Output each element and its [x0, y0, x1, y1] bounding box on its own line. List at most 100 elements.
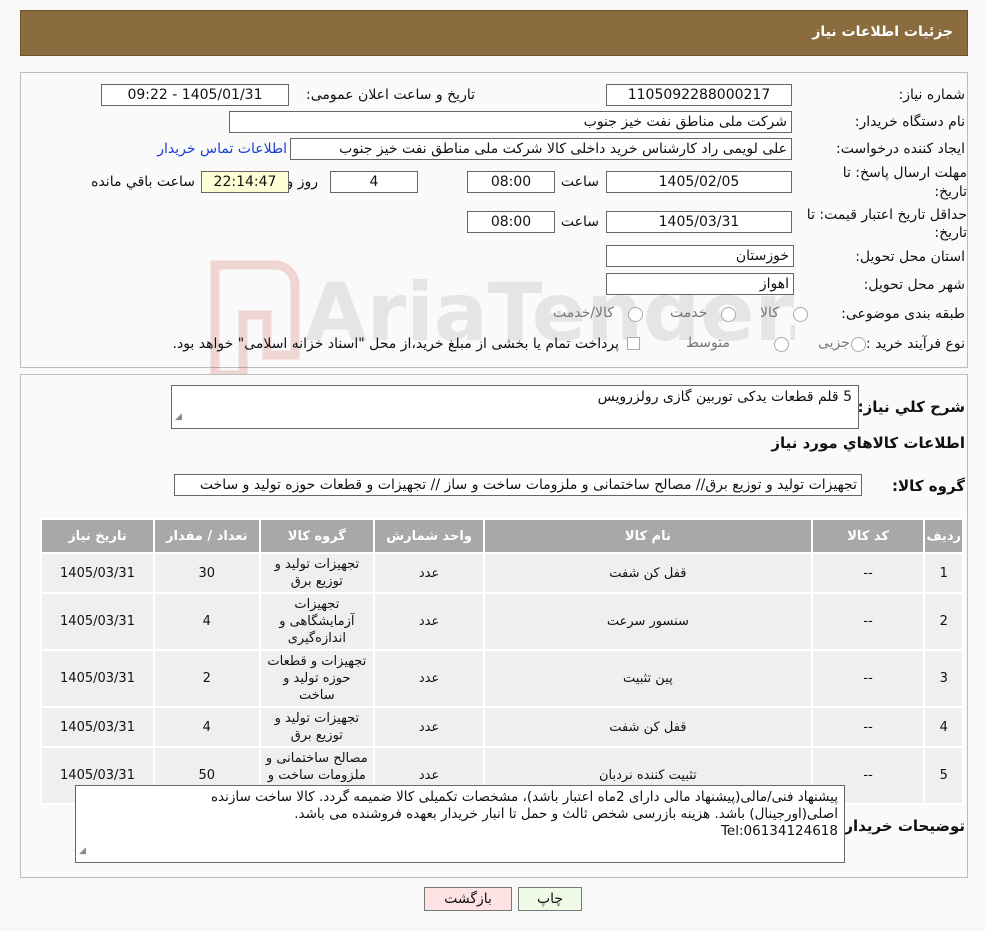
days-field: 4	[330, 171, 418, 193]
cell-row: 4	[923, 706, 964, 748]
validity-label-2: تاریخ:	[934, 225, 967, 241]
city-field: اهواز	[606, 273, 794, 295]
col-name: نام کالا	[483, 518, 813, 554]
cell-code: --	[810, 592, 926, 651]
validity-time-label: ساعت	[560, 214, 599, 230]
treasury-checkbox[interactable]	[627, 337, 640, 350]
col-date: تاریخ نیاز	[40, 518, 155, 554]
cell-group: تجهیزات تولید و توزیع برق	[258, 706, 376, 748]
category-option-goods: کالا	[760, 305, 779, 321]
category-label: طبقه بندی موضوعی:	[841, 306, 965, 322]
reply-deadline-label-2: تاریخ:	[934, 184, 967, 200]
category-radio-goods-service[interactable]	[628, 307, 643, 322]
process-option-partial: جزیی	[818, 335, 850, 351]
summary-desc-field: 5 قلم قطعات یدکی توربین گازی رولزرویس ◢	[171, 385, 859, 429]
buyer-org-label: نام دستگاه خریدار:	[854, 114, 965, 130]
cell-quantity: 4	[153, 592, 261, 651]
reply-time-field: 08:00	[467, 171, 555, 193]
category-option-goods-service: کالا/خدمت	[553, 305, 614, 321]
cell-unit: عدد	[373, 552, 486, 594]
province-field: خوزستان	[606, 245, 794, 267]
page-title: جزئیات اطلاعات نیاز	[812, 24, 953, 40]
reply-deadline-label: مهلت ارسال پاسخ: تا	[842, 165, 967, 181]
cell-date: 1405/03/31	[40, 649, 155, 708]
resize-handle-icon[interactable]: ◢	[79, 843, 86, 860]
validity-time-field: 08:00	[467, 211, 555, 233]
watermark-mark-icon	[210, 260, 300, 375]
table-row: 4 -- قفل کن شفت عدد تجهیزات تولید و توزی…	[40, 706, 964, 748]
cell-unit: عدد	[373, 649, 486, 708]
reply-time-label: ساعت	[560, 174, 599, 190]
province-label: استان محل تحویل:	[855, 249, 965, 265]
cell-date: 1405/03/31	[40, 706, 155, 748]
process-label: نوع فرآیند خرید :	[866, 336, 965, 352]
announce-field: 1405/01/31 - 09:22	[101, 84, 289, 106]
days-label: روز و	[286, 174, 319, 190]
cell-row: 5	[923, 746, 964, 805]
col-code: کد کالا	[810, 518, 926, 554]
buyer-org-field: شرکت ملی مناطق نفت خیز جنوب	[229, 111, 792, 133]
cell-row: 3	[923, 649, 964, 708]
announce-label: تاریخ و ساعت اعلان عمومی:	[306, 87, 475, 103]
goods-group-field: تجهیزات تولید و توزیع برق// مصالح ساختما…	[174, 474, 862, 496]
cell-code: --	[810, 706, 926, 748]
cell-name: سنسور سرعت	[483, 592, 813, 651]
buyer-notes-line-1: پیشنهاد فنی/مالی(پیشنهاد مالی دارای 2ماه…	[210, 789, 838, 805]
col-quantity: تعداد / مقدار	[153, 518, 261, 554]
table-row: 1 -- قفل کن شفت عدد تجهیزات تولید و توزی…	[40, 552, 964, 594]
cell-quantity: 4	[153, 706, 261, 748]
process-radio-partial[interactable]	[851, 337, 866, 352]
remaining-label: ساعت باقي مانده	[91, 174, 195, 190]
cell-date: 1405/03/31	[40, 592, 155, 651]
cell-group: تجهیزات آزمایشگاهی و اندازه‌گیری	[258, 592, 376, 651]
need-number-field: 1105092288000217	[606, 84, 792, 106]
resize-handle-icon[interactable]: ◢	[175, 409, 182, 426]
cell-date: 1405/03/31	[40, 552, 155, 594]
col-unit: واحد شمارش	[373, 518, 486, 554]
col-row: ردیف	[923, 518, 964, 554]
category-radio-goods[interactable]	[793, 307, 808, 322]
process-note: پرداخت تمام یا بخشی از مبلغ خرید،از محل …	[172, 336, 619, 352]
buyer-notes-line-2: اصلی(اورجینال) باشد. هزینه بازرسی شخص ثا…	[294, 806, 838, 822]
back-button[interactable]: بازگشت	[424, 887, 512, 911]
process-radio-medium[interactable]	[774, 337, 789, 352]
goods-group-label: گروه کالا:	[892, 477, 965, 495]
creator-label: ایجاد کننده درخواست:	[836, 141, 965, 157]
validity-date-field: 1405/03/31	[606, 211, 792, 233]
buyer-notes-field: پیشنهاد فنی/مالی(پیشنهاد مالی دارای 2ماه…	[75, 785, 845, 863]
table-row: 3 -- پین تثبیت عدد تجهیزات و قطعات حوزه …	[40, 649, 964, 708]
page-header: جزئیات اطلاعات نیاز	[20, 10, 968, 56]
cell-unit: عدد	[373, 592, 486, 651]
summary-desc-label: شرح کلي نياز:	[857, 398, 965, 416]
buyer-notes-line-3: Tel:06134124618	[720, 823, 838, 839]
validity-label: حداقل تاریخ اعتبار قیمت: تا	[806, 207, 967, 223]
cell-name: قفل کن شفت	[483, 706, 813, 748]
category-radio-service[interactable]	[721, 307, 736, 322]
print-button[interactable]: چاپ	[518, 887, 582, 911]
items-section-title: اطلاعات کالاهاي مورد نياز	[771, 434, 965, 452]
buyer-contact-link[interactable]: اطلاعات تماس خریدار	[157, 141, 287, 157]
creator-field: علی لویمی راد کارشناس خرید داخلی کالا شر…	[290, 138, 792, 160]
cell-name: پین تثبیت	[483, 649, 813, 708]
items-table-header: ردیف کد کالا نام کالا واحد شمارش گروه کا…	[40, 518, 964, 554]
cell-unit: عدد	[373, 706, 486, 748]
buyer-notes-label: توضیحات خریدار:	[838, 817, 965, 835]
table-row: 2 -- سنسور سرعت عدد تجهیزات آزمایشگاهی و…	[40, 592, 964, 651]
cell-row: 1	[923, 552, 964, 594]
cell-code: --	[810, 649, 926, 708]
process-option-medium: متوسط	[686, 335, 730, 351]
cell-quantity: 2	[153, 649, 261, 708]
items-table: ردیف کد کالا نام کالا واحد شمارش گروه کا…	[40, 518, 964, 805]
remaining-time-field: 22:14:47	[201, 171, 289, 193]
cell-group: تجهیزات تولید و توزیع برق	[258, 552, 376, 594]
col-group: گروه کالا	[258, 518, 376, 554]
category-option-service: خدمت	[670, 305, 708, 321]
cell-row: 2	[923, 592, 964, 651]
cell-code: --	[810, 552, 926, 594]
cell-name: قفل کن شفت	[483, 552, 813, 594]
cell-group: تجهیزات و قطعات حوزه تولید و ساخت	[258, 649, 376, 708]
need-number-label: شماره نیاز:	[898, 87, 966, 103]
city-label: شهر محل تحویل:	[863, 277, 965, 293]
summary-desc-text: 5 قلم قطعات یدکی توربین گازی رولزرویس	[597, 389, 852, 405]
reply-date-field: 1405/02/05	[606, 171, 792, 193]
